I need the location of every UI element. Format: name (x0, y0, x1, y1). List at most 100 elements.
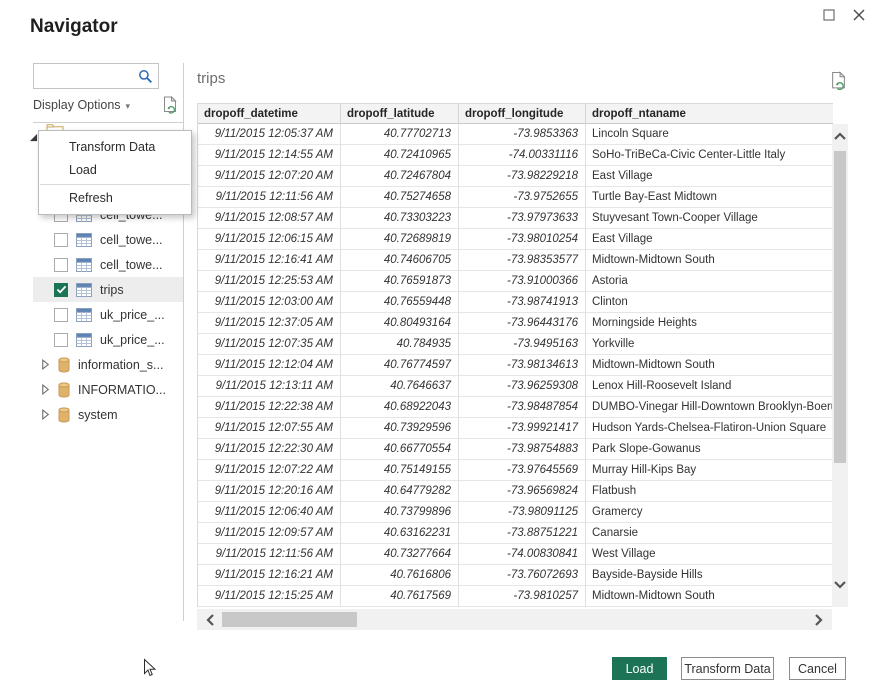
checkbox[interactable] (54, 308, 68, 322)
table-cell: Midtown-Midtown South (586, 586, 833, 607)
tree-collapsed-icon[interactable] (41, 409, 50, 420)
table-row[interactable]: 9/11/2015 12:15:25 AM40.7617569-73.98102… (198, 586, 833, 607)
column-header[interactable]: dropoff_datetime (198, 104, 341, 125)
table-row[interactable]: 9/11/2015 12:05:37 AM40.77702713-73.9853… (198, 124, 833, 145)
tree-item[interactable]: cell_towe... (33, 227, 183, 252)
table-row[interactable]: 9/11/2015 12:22:30 AM40.66770554-73.9875… (198, 439, 833, 460)
table-row[interactable]: 9/11/2015 12:13:11 AM40.7646637-73.96259… (198, 376, 833, 397)
table-cell: 40.7617569 (341, 586, 459, 607)
search-input[interactable] (38, 66, 140, 87)
tree-item[interactable]: uk_price_... (33, 302, 183, 327)
table-cell: Lenox Hill-Roosevelt Island (586, 376, 833, 397)
table-row[interactable]: 9/11/2015 12:22:38 AM40.68922043-73.9848… (198, 397, 833, 418)
table-cell: Astoria (586, 271, 833, 292)
table-row[interactable]: 9/11/2015 12:16:21 AM40.7616806-73.76072… (198, 565, 833, 586)
page-title: Navigator (30, 16, 118, 38)
maximize-button[interactable] (818, 4, 840, 26)
table-cell: SoHo-TriBeCa-Civic Center-Little Italy (586, 145, 833, 166)
close-button[interactable] (848, 4, 870, 26)
table-row[interactable]: 9/11/2015 12:07:55 AM40.73929596-73.9992… (198, 418, 833, 439)
tree-collapsed-icon-wrap[interactable] (41, 384, 50, 395)
tree-database-item[interactable]: information_s... (33, 352, 183, 377)
tree-item[interactable]: uk_price_... (33, 327, 183, 352)
table-cell: Turtle Bay-East Midtown (586, 187, 833, 208)
table-row[interactable]: 9/11/2015 12:06:15 AM40.72689819-73.9801… (198, 229, 833, 250)
table-cell: DUMBO-Vinegar Hill-Downtown Brooklyn-Boe… (586, 397, 833, 418)
tree-item[interactable]: cell_towe... (33, 252, 183, 277)
table-cell: 9/11/2015 12:13:11 AM (198, 376, 341, 397)
close-icon (852, 8, 866, 22)
tree-database-item[interactable]: system (33, 402, 183, 427)
refresh-preview-button[interactable] (830, 71, 847, 97)
table-icon (76, 258, 92, 272)
table-row[interactable]: 9/11/2015 12:07:22 AM40.75149155-73.9764… (198, 460, 833, 481)
table-cell: 40.72410965 (341, 145, 459, 166)
table-cell: 40.72467804 (341, 166, 459, 187)
vertical-scrollbar-thumb[interactable] (834, 151, 846, 463)
tree-collapsed-icon-wrap[interactable] (41, 409, 50, 420)
table-cell: -73.99921417 (459, 418, 586, 439)
table-icon-wrap (76, 283, 92, 297)
checkbox[interactable] (54, 283, 68, 297)
load-button[interactable]: Load (612, 657, 667, 680)
maximize-icon (823, 9, 835, 21)
tree-collapsed-icon[interactable] (41, 359, 50, 370)
tree-expanded-icon[interactable] (29, 133, 38, 142)
checkbox[interactable] (54, 233, 68, 247)
table-row[interactable]: 9/11/2015 12:37:05 AM40.80493164-73.9644… (198, 313, 833, 334)
column-header[interactable]: dropoff_ntaname (586, 104, 833, 125)
tree-database-list: information_s...INFORMATIO...system (33, 352, 183, 427)
menu-item-load[interactable]: Load (39, 159, 191, 182)
menu-item-transform-data[interactable]: Transform Data (39, 136, 191, 159)
table-row[interactable]: 9/11/2015 12:09:57 AM40.63162231-73.8875… (198, 523, 833, 544)
tree-item-label: uk_price_... (100, 308, 165, 322)
horizontal-scrollbar-thumb[interactable] (222, 612, 357, 627)
database-icon (57, 357, 71, 373)
table-row[interactable]: 9/11/2015 12:03:00 AM40.76559448-73.9874… (198, 292, 833, 313)
tree-item[interactable]: trips (33, 277, 183, 302)
display-options-dropdown[interactable]: Display Options▾ (33, 98, 130, 112)
preview-title: trips (197, 70, 225, 87)
table-cell: 40.76559448 (341, 292, 459, 313)
table-row[interactable]: 9/11/2015 12:14:55 AM40.72410965-74.0033… (198, 145, 833, 166)
table-row[interactable]: 9/11/2015 12:08:57 AM40.73303223-73.9797… (198, 208, 833, 229)
table-row[interactable]: 9/11/2015 12:07:35 AM40.784935-73.949516… (198, 334, 833, 355)
cancel-button[interactable]: Cancel (789, 657, 846, 680)
checkbox[interactable] (54, 258, 68, 272)
tree-collapsed-icon-wrap[interactable] (41, 359, 50, 370)
scroll-right-icon[interactable] (814, 613, 824, 627)
table-row[interactable]: 9/11/2015 12:06:40 AM40.73799896-73.9809… (198, 502, 833, 523)
transform-data-button[interactable]: Transform Data (681, 657, 774, 680)
table-row[interactable]: 9/11/2015 12:11:56 AM40.73277664-74.0083… (198, 544, 833, 565)
checkbox[interactable] (54, 333, 68, 347)
table-row[interactable]: 9/11/2015 12:16:41 AM40.74606705-73.9835… (198, 250, 833, 271)
scroll-down-icon[interactable] (833, 580, 847, 590)
table-cell: 40.7616806 (341, 565, 459, 586)
table-row[interactable]: 9/11/2015 12:25:53 AM40.76591873-73.9100… (198, 271, 833, 292)
table-cell: 9/11/2015 12:07:35 AM (198, 334, 341, 355)
horizontal-scrollbar[interactable] (197, 609, 832, 630)
table-cell: -73.98091125 (459, 502, 586, 523)
vertical-scrollbar[interactable] (832, 124, 848, 607)
refresh-sidebar-button[interactable] (162, 96, 178, 118)
tree-database-item[interactable]: INFORMATIO... (33, 377, 183, 402)
scroll-up-icon[interactable] (833, 131, 847, 141)
table-cell: 9/11/2015 12:09:57 AM (198, 523, 341, 544)
table-row[interactable]: 9/11/2015 12:12:04 AM40.76774597-73.9813… (198, 355, 833, 376)
tree-collapsed-icon[interactable] (41, 384, 50, 395)
table-cell: -74.00331116 (459, 145, 586, 166)
database-icon (57, 407, 71, 423)
search-icon[interactable] (138, 69, 153, 84)
table-cell: Morningside Heights (586, 313, 833, 334)
scroll-left-icon[interactable] (205, 613, 215, 627)
chevron-down-icon: ▾ (126, 101, 131, 111)
table-row[interactable]: 9/11/2015 12:07:20 AM40.72467804-73.9822… (198, 166, 833, 187)
column-header[interactable]: dropoff_latitude (341, 104, 459, 125)
table-cell: -73.98754883 (459, 439, 586, 460)
display-options-row: Display Options▾ (33, 98, 183, 116)
column-header[interactable]: dropoff_longitude (459, 104, 586, 125)
table-row[interactable]: 9/11/2015 12:11:56 AM40.75274658-73.9752… (198, 187, 833, 208)
table-body: 9/11/2015 12:05:37 AM40.77702713-73.9853… (198, 124, 833, 607)
menu-item-refresh[interactable]: Refresh (39, 187, 191, 210)
table-row[interactable]: 9/11/2015 12:20:16 AM40.64779282-73.9656… (198, 481, 833, 502)
